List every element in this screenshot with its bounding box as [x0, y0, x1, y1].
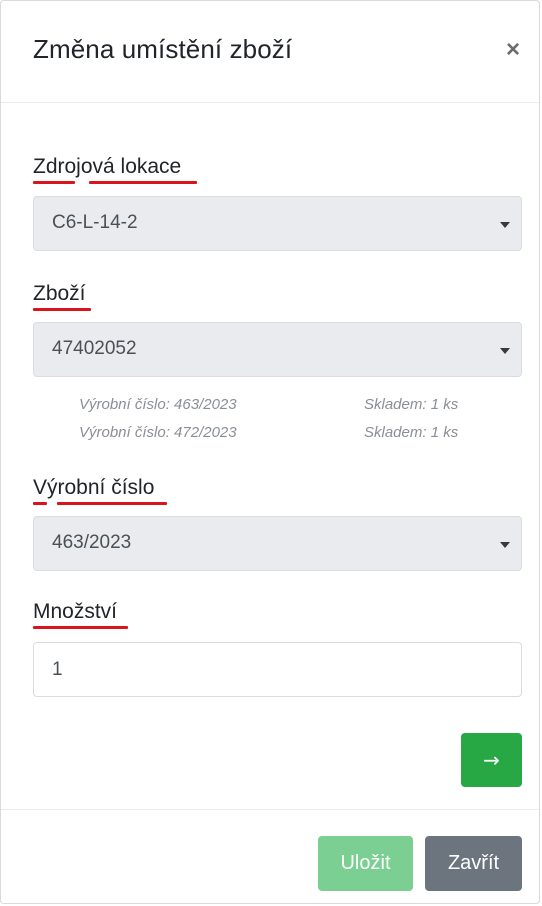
modal-title: Změna umístění zboží [33, 34, 293, 64]
spellcheck-underline [33, 308, 91, 311]
close-icon[interactable]: × [499, 35, 527, 65]
goods-hint-stock: Skladem: 1 ks [364, 396, 459, 413]
serial-number-label: Výrobní číslo [33, 476, 155, 499]
spellcheck-underline [57, 502, 167, 505]
serial-number-value: 463/2023 [52, 532, 132, 553]
goods-select[interactable]: 47402052 [33, 322, 522, 377]
quantity-input[interactable]: 1 [33, 642, 522, 697]
arrow-right-icon: → [483, 748, 500, 772]
goods-label: Zboží [33, 282, 86, 305]
source-location-label: Zdrojová lokace [33, 155, 182, 178]
change-location-modal: Změna umístění zboží × Zdrojová lokace C… [0, 0, 541, 905]
spellcheck-underline [33, 181, 75, 184]
goods-value: 47402052 [52, 338, 137, 359]
goods-hint-serial: Výrobní číslo: 472/2023 [79, 424, 237, 441]
spellcheck-underline [89, 181, 197, 184]
source-location-value: C6-L-14-2 [52, 212, 138, 233]
serial-number-select[interactable]: 463/2023 [33, 516, 522, 571]
source-location-select[interactable]: C6-L-14-2 [33, 196, 522, 251]
save-button[interactable]: Uložit [318, 836, 413, 891]
chevron-down-icon [500, 222, 510, 228]
modal-header: Změna umístění zboží × [1, 1, 541, 103]
spellcheck-underline [33, 626, 128, 629]
modal-footer: Uložit Zavřít [1, 809, 541, 905]
spellcheck-underline [33, 502, 47, 505]
goods-hint-stock: Skladem: 1 ks [364, 424, 459, 441]
next-button[interactable]: → [461, 733, 522, 787]
goods-hint-serial: Výrobní číslo: 463/2023 [79, 396, 237, 413]
close-button[interactable]: Zavřít [425, 836, 522, 891]
chevron-down-icon [500, 542, 510, 548]
chevron-down-icon [500, 348, 510, 354]
quantity-label: Množství [33, 600, 118, 623]
